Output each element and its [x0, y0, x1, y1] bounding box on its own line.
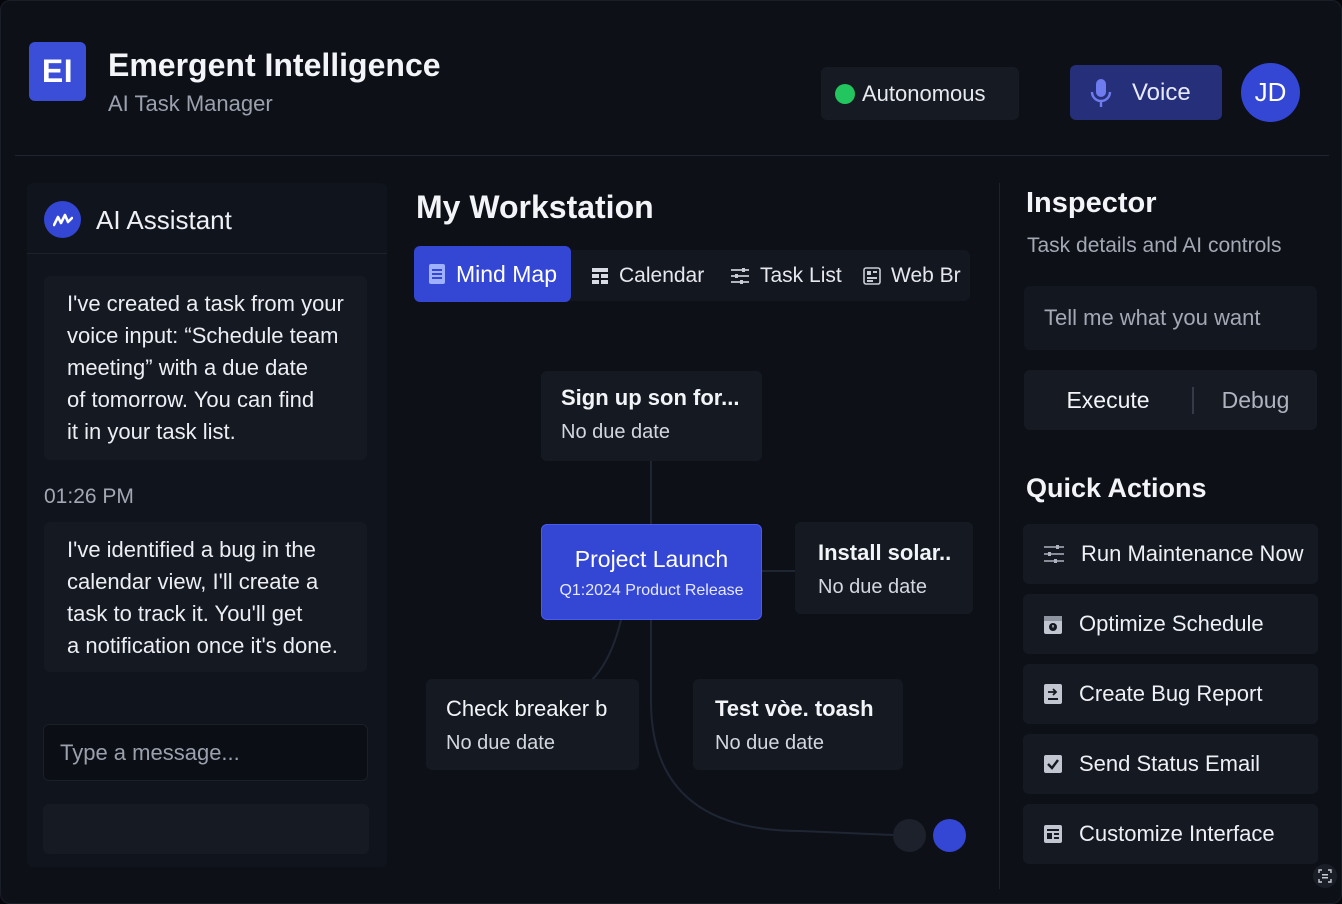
- tab-web-browser[interactable]: Web Br: [863, 250, 961, 301]
- app-subtitle: AI Task Manager: [108, 91, 273, 116]
- assistant-message: I've created a task from your voice inpu…: [44, 276, 367, 460]
- send-bar[interactable]: [43, 804, 369, 854]
- action-label: Optimize Schedule: [1079, 611, 1264, 636]
- tab-task-list[interactable]: Task List: [730, 250, 842, 301]
- assistant-title: AI Assistant: [96, 205, 232, 235]
- action-label: Run Maintenance Now: [1081, 541, 1304, 566]
- assistant-avatar-icon: [44, 201, 81, 238]
- execute-button[interactable]: Execute: [1024, 370, 1192, 430]
- app-window: EI Emergent Intelligence AI Task Manager…: [0, 0, 1342, 904]
- command-input[interactable]: [1024, 286, 1317, 350]
- action-label: Create Bug Report: [1079, 681, 1263, 706]
- message-line: task to track it. You'll get: [67, 601, 303, 626]
- execute-debug-group: Execute Debug: [1024, 370, 1317, 430]
- tab-mind-map[interactable]: Mind Map: [414, 246, 571, 302]
- inspector-subtitle: Task details and AI controls: [1027, 234, 1282, 257]
- optimize-schedule-button[interactable]: Optimize Schedule: [1023, 594, 1318, 654]
- message-line: voice input: “Schedule team: [67, 323, 339, 348]
- screenshot-tool-icon[interactable]: [1313, 864, 1337, 888]
- node-title: Check breaker b: [446, 696, 608, 721]
- node-title: Project Launch: [574, 546, 729, 572]
- assistant-panel: AI Assistant I've created a task from yo…: [27, 183, 387, 867]
- header-divider: [15, 155, 1329, 156]
- view-tabs: Mind Map Calendar Task List Web Br: [414, 246, 970, 302]
- node-title: Sign up son for...: [561, 385, 740, 410]
- voice-label: Voice: [1132, 78, 1191, 106]
- calendar-clock-icon: [1044, 616, 1062, 634]
- assistant-message: I've identified a bug in the calendar vi…: [44, 522, 367, 672]
- node-title: Install solar..: [818, 540, 952, 565]
- send-status-email-button[interactable]: Send Status Email: [1023, 734, 1318, 794]
- message-line: I've created a task from your: [67, 291, 344, 316]
- customize-interface-button[interactable]: Customize Interface: [1023, 804, 1318, 864]
- action-label: Customize Interface: [1079, 821, 1275, 846]
- mindmap-node[interactable]: Sign up son for... No due date: [541, 371, 762, 461]
- voice-button[interactable]: Voice: [1070, 65, 1222, 120]
- assistant-divider: [27, 253, 387, 254]
- document-icon: [429, 264, 445, 284]
- app-title: Emergent Intelligence: [108, 47, 441, 83]
- checkbox-icon: [1044, 755, 1062, 773]
- autonomous-status[interactable]: Autonomous: [821, 67, 1019, 120]
- node-due-date: No due date: [446, 732, 555, 754]
- status-dot-icon: [835, 83, 855, 104]
- mindmap-node[interactable]: Check breaker b No due date: [426, 679, 639, 770]
- report-icon: [1044, 684, 1062, 704]
- mindmap-node[interactable]: Install solar.. No due date: [795, 522, 973, 614]
- node-due-date: No due date: [715, 732, 824, 754]
- inspector-title: Inspector: [1026, 187, 1157, 219]
- mindmap-center-node[interactable]: Project Launch Q1:2024 Product Release: [541, 524, 762, 620]
- message-input[interactable]: [43, 724, 368, 781]
- tab-label: Task List: [760, 263, 842, 287]
- layout-icon: [1044, 825, 1062, 843]
- run-maintenance-button[interactable]: Run Maintenance Now: [1023, 524, 1318, 584]
- workstation-title: My Workstation: [416, 189, 654, 225]
- sliders-icon: [731, 267, 749, 284]
- debug-button[interactable]: Debug: [1194, 370, 1317, 430]
- message-line: I've identified a bug in the: [67, 537, 316, 562]
- mindmap-node[interactable]: Test vòe. toash No due date: [693, 679, 903, 770]
- node-due-date: No due date: [561, 421, 670, 443]
- node-due-date: No due date: [818, 576, 927, 598]
- status-label: Autonomous: [862, 80, 986, 106]
- app-logo: EI: [29, 42, 86, 101]
- node-title: Test vòe. toash: [715, 696, 874, 721]
- message-line: it in your task list.: [67, 419, 236, 444]
- browser-icon: [863, 266, 881, 285]
- action-label: Send Status Email: [1079, 751, 1260, 776]
- calendar-icon: [592, 267, 608, 284]
- message-line: calendar view, I'll create a: [67, 569, 319, 594]
- message-line: of tomorrow. You can find: [67, 387, 315, 412]
- panel-divider: [999, 183, 1000, 889]
- message-line: meeting” with a due date: [67, 355, 308, 380]
- create-bug-report-button[interactable]: Create Bug Report: [1023, 664, 1318, 724]
- quick-actions-title: Quick Actions: [1026, 473, 1207, 503]
- zoom-out-control[interactable]: [893, 819, 926, 852]
- message-line: a notification once it's done.: [67, 633, 338, 658]
- sliders-icon: [1044, 545, 1064, 563]
- user-avatar[interactable]: JD: [1241, 63, 1300, 122]
- message-timestamp: 01:26 PM: [44, 485, 134, 508]
- tab-label: Mind Map: [456, 260, 557, 287]
- tab-calendar[interactable]: Calendar: [591, 250, 704, 301]
- zoom-in-control[interactable]: [933, 819, 966, 852]
- tab-label: Web Br: [891, 263, 961, 287]
- microphone-icon: [1090, 78, 1112, 107]
- node-subtitle: Q1:2024 Product Release: [559, 582, 744, 599]
- tab-label: Calendar: [619, 263, 705, 287]
